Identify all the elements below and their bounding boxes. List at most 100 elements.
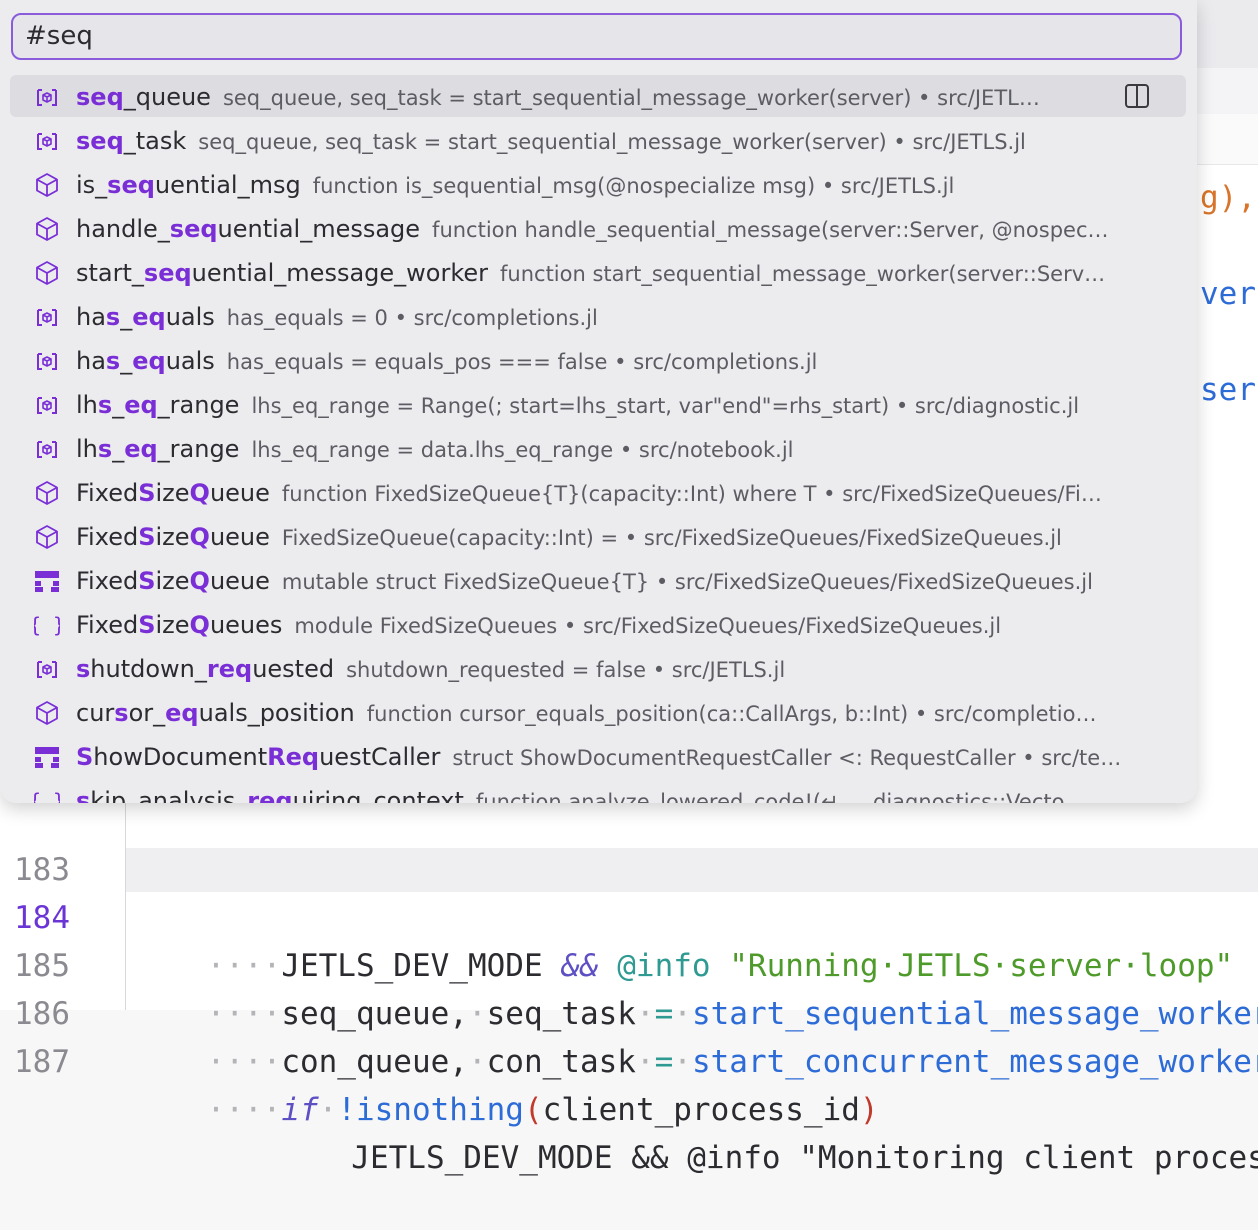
result-name: is_sequential_msg function is_sequential_… xyxy=(76,163,954,205)
match-highlight: seq xyxy=(143,259,192,287)
match-highlight: S xyxy=(138,523,156,551)
result-detail: struct ShowDocumentRequestCaller <: Requ… xyxy=(452,746,1122,770)
result-item-module[interactable]: { } skip_analysis_requiring_context functi… xyxy=(10,779,1186,803)
struct-icon xyxy=(34,568,60,594)
match-highlight: S xyxy=(138,567,156,595)
name-fragment: uential_msg xyxy=(154,171,301,199)
result-item-function[interactable]: start_sequential_message_worker function … xyxy=(10,251,1186,293)
name-fragment: ueue xyxy=(209,479,270,507)
function-icon xyxy=(34,260,60,286)
name-fragment: Fixed xyxy=(76,479,139,507)
result-item-variable[interactable]: has_equals has_equals = 0 • src/completio… xyxy=(10,295,1186,337)
match-highlight: seq xyxy=(76,83,124,111)
name-fragment: ueue xyxy=(209,567,270,595)
result-item-function[interactable]: cursor_equals_position function cursor_eq… xyxy=(10,691,1186,733)
name-fragment: ize xyxy=(155,567,190,595)
match-highlight: eq xyxy=(124,391,158,419)
match-highlight: s xyxy=(105,303,121,331)
result-name: ShowDocumentRequestCaller struct ShowDocu… xyxy=(76,735,1121,777)
code-line[interactable]: 185 ····con_queue,·con_task·=·start_conc… xyxy=(0,894,1258,1080)
result-item-variable[interactable]: seq_queue seq_queue, seq_task = start_seq… xyxy=(10,75,1186,117)
result-item-struct[interactable]: ShowDocumentRequestCaller struct ShowDocu… xyxy=(10,735,1186,777)
result-name: seq_task seq_queue, seq_task = start_sequ… xyxy=(76,119,1026,161)
match-highlight: Q xyxy=(189,611,210,639)
result-detail: function handle_sequential_message(serve… xyxy=(432,218,1109,242)
name-fragment: uals xyxy=(165,303,215,331)
variable-icon xyxy=(34,392,60,418)
function-icon xyxy=(34,172,60,198)
name-fragment: hutdown_ xyxy=(90,655,207,683)
code-line[interactable]: 186 ····if·!isnothing(client_process_id) xyxy=(0,942,1258,1128)
variable-icon xyxy=(34,348,60,374)
result-item-variable[interactable]: shutdown_requested shutdown_requested = f… xyxy=(10,647,1186,689)
match-highlight: S xyxy=(138,611,156,639)
struct-icon xyxy=(34,744,60,770)
result-detail: function FixedSizeQueue{T}(capacity::Int… xyxy=(281,482,1102,506)
result-item-function[interactable]: is_sequential_msg function is_sequential_… xyxy=(10,163,1186,205)
result-item-variable[interactable]: has_equals has_equals = equals_pos === fa… xyxy=(10,339,1186,381)
result-detail: function cursor_equals_position(ca::Call… xyxy=(366,702,1097,726)
function-icon xyxy=(34,480,60,506)
name-fragment: ize xyxy=(155,611,190,639)
name-fragment: ha xyxy=(76,303,106,331)
name-fragment: _ xyxy=(120,347,133,375)
match-highlight: seq xyxy=(107,171,155,199)
result-name: handle_sequential_message function handle… xyxy=(76,207,1109,249)
match-highlight: S xyxy=(76,743,94,771)
result-item-variable[interactable]: seq_task seq_queue, seq_task = start_sequ… xyxy=(10,119,1186,161)
open-to-side-icon[interactable] xyxy=(1124,83,1150,109)
name-fragment: ueue xyxy=(209,523,270,551)
result-item-function[interactable]: FixedSizeQueue FixedSizeQueue(capacity::I… xyxy=(10,515,1186,557)
name-fragment: ueues xyxy=(209,611,283,639)
match-highlight: seq xyxy=(169,215,218,243)
function-icon xyxy=(34,216,60,242)
module-icon: { } xyxy=(29,788,65,803)
result-item-variable[interactable]: lhs_eq_range lhs_eq_range = Range(; start… xyxy=(10,383,1186,425)
match-highlight: eq xyxy=(132,303,166,331)
result-detail: FixedSizeQueue(capacity::Int) = • src/Fi… xyxy=(281,526,1062,550)
name-fragment: start_ xyxy=(76,259,144,287)
result-item-module[interactable]: { } FixedSizeQueues module FixedSizeQueues… xyxy=(10,603,1186,645)
name-fragment: or_ xyxy=(128,699,166,727)
code-line[interactable]: 183 ····JETLS_DEV_MODE && @info "Running… xyxy=(0,798,1258,984)
name-fragment: uals xyxy=(165,347,215,375)
variable-icon xyxy=(34,84,60,110)
match-highlight: eq xyxy=(165,699,199,727)
result-name: has_equals has_equals = 0 • src/completio… xyxy=(76,295,598,337)
variable-icon xyxy=(34,304,60,330)
match-highlight: s xyxy=(76,787,91,803)
result-detail: lhs_eq_range = Range(; start=lhs_start, … xyxy=(251,394,1080,418)
result-name: start_sequential_message_worker function … xyxy=(76,251,1105,293)
result-detail: lhs_eq_range = data.lhs_eq_range • src/n… xyxy=(251,438,794,462)
code-line[interactable]: 187 JETLS_DEV_MODE && @info "Monitoring … xyxy=(0,990,1258,1176)
name-fragment: lh xyxy=(76,435,98,463)
name-fragment: uential_message_worker xyxy=(191,259,489,287)
name-fragment: ize xyxy=(155,479,190,507)
result-name: FixedSizeQueue mutable struct FixedSizeQu… xyxy=(76,559,1093,601)
search-input[interactable]: #seq xyxy=(11,13,1182,60)
name-fragment: is_ xyxy=(76,171,108,199)
code-line[interactable]: 184 ····seq_queue,·seq_task·=·start_sequ… xyxy=(0,846,1258,1032)
result-detail: mutable struct FixedSizeQueue{T} • src/F… xyxy=(281,570,1093,594)
name-fragment: uals_position xyxy=(198,699,355,727)
result-item-variable[interactable]: lhs_eq_range lhs_eq_range = data.lhs_eq_r… xyxy=(10,427,1186,469)
name-fragment: uested xyxy=(252,655,335,683)
match-highlight: Q xyxy=(189,523,210,551)
match-highlight: req xyxy=(247,787,293,803)
name-fragment: _queue xyxy=(123,83,211,111)
result-item-function[interactable]: FixedSizeQueue function FixedSizeQueue{T}… xyxy=(10,471,1186,513)
result-item-struct[interactable]: FixedSizeQueue mutable struct FixedSizeQu… xyxy=(10,559,1186,601)
module-icon: { } xyxy=(29,612,65,638)
result-name: FixedSizeQueues module FixedSizeQueues • … xyxy=(76,603,1001,645)
result-item-function[interactable]: handle_sequential_message function handle… xyxy=(10,207,1186,249)
match-highlight: req xyxy=(206,655,253,683)
result-detail: shutdown_requested = false • src/JETLS.j… xyxy=(346,658,786,682)
name-fragment: _task xyxy=(123,127,187,155)
result-detail: function start_sequential_message_worker… xyxy=(500,262,1106,286)
symbol-search-popup: #seq seq_queue seq_queue, seq_task = star… xyxy=(0,0,1197,803)
result-name: FixedSizeQueue FixedSizeQueue(capacity::I… xyxy=(76,515,1062,557)
match-highlight: s xyxy=(97,391,113,419)
code-token: JETLS_DEV_MODE && @info "Monitoring clie… xyxy=(276,1140,1258,1176)
name-fragment: _ xyxy=(120,303,133,331)
name-fragment: uential_message xyxy=(217,215,421,243)
